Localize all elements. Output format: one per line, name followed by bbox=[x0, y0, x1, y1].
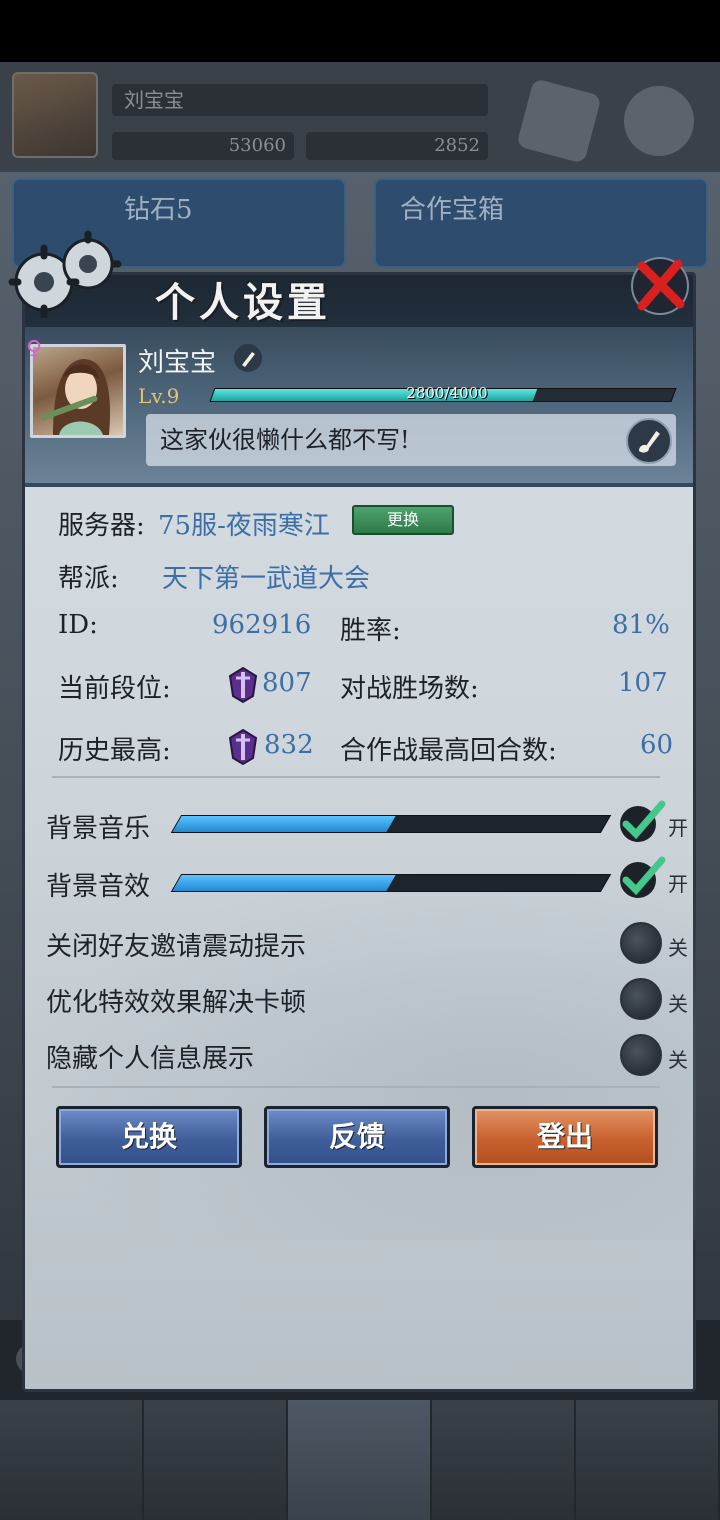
background-gems: 2852 bbox=[306, 132, 488, 160]
rank-badge-icon bbox=[228, 728, 258, 766]
optimize-effects-label: 优化特效效果解决卡顿 bbox=[46, 988, 307, 1018]
hide-info-state: 关 bbox=[668, 1048, 688, 1072]
invite-vibration-toggle[interactable] bbox=[620, 922, 662, 964]
winrate-value: 81% bbox=[612, 610, 670, 640]
background-gear-icon bbox=[624, 86, 694, 156]
edit-name-icon[interactable] bbox=[234, 344, 262, 372]
winrate-label: 胜率: bbox=[340, 616, 401, 646]
background-nav-tab bbox=[288, 1400, 432, 1520]
dialog-title: 个人设置 bbox=[155, 279, 331, 326]
change-server-button[interactable]: 更换 bbox=[352, 505, 454, 535]
guild-label: 帮派: bbox=[58, 564, 119, 594]
wins-value: 107 bbox=[618, 668, 668, 698]
gear-icon bbox=[8, 230, 122, 318]
background-bottom-nav bbox=[0, 1400, 720, 1520]
female-gender-icon: ♀ bbox=[26, 336, 43, 362]
background-nav-tab bbox=[0, 1400, 144, 1520]
background-player-name: 刘宝宝 bbox=[112, 84, 488, 116]
background-avatar bbox=[12, 72, 98, 158]
background-nav-tab bbox=[432, 1400, 576, 1520]
optimize-effects-toggle[interactable] bbox=[620, 978, 662, 1020]
sfx-volume-slider[interactable] bbox=[170, 874, 612, 892]
sfx-volume-fill bbox=[172, 875, 396, 891]
background-coins: 53060 bbox=[112, 132, 294, 160]
id-label: ID: bbox=[58, 610, 98, 640]
background-nav-tab bbox=[576, 1400, 720, 1520]
sfx-toggle-checkmark-icon[interactable] bbox=[616, 856, 668, 900]
music-toggle-checkmark-icon[interactable] bbox=[616, 800, 668, 844]
current-rank-label: 当前段位: bbox=[58, 674, 171, 704]
player-name: 刘宝宝 bbox=[138, 348, 217, 378]
sfx-state-label: 开 bbox=[668, 872, 688, 896]
music-label: 背景音乐 bbox=[46, 814, 151, 844]
invite-vibration-label: 关闭好友邀请震动提示 bbox=[46, 932, 307, 962]
server-label: 服务器: bbox=[58, 511, 145, 541]
wins-label: 对战胜场数: bbox=[340, 674, 479, 704]
redeem-button[interactable]: 兑换 bbox=[56, 1106, 242, 1168]
close-icon[interactable] bbox=[628, 254, 692, 318]
rank-badge-icon bbox=[228, 666, 258, 704]
player-level: Lv.9 bbox=[138, 384, 180, 408]
divider bbox=[52, 776, 660, 778]
id-value: 962916 bbox=[212, 610, 312, 640]
music-state-label: 开 bbox=[668, 816, 688, 840]
invite-vibration-state: 关 bbox=[668, 936, 688, 960]
best-rank-label: 历史最高: bbox=[58, 736, 171, 766]
sfx-label: 背景音效 bbox=[46, 872, 151, 902]
coop-rounds-value: 60 bbox=[640, 730, 674, 760]
coop-rounds-label: 合作战最高回合数: bbox=[340, 736, 557, 766]
title-band bbox=[25, 275, 693, 327]
edit-signature-icon[interactable] bbox=[626, 418, 672, 464]
server-value: 75服-夜雨寒江 bbox=[158, 511, 330, 541]
avatar[interactable] bbox=[30, 344, 126, 438]
music-volume-slider[interactable] bbox=[170, 815, 612, 833]
best-rank-value: 832 bbox=[264, 730, 314, 760]
optimize-effects-state: 关 bbox=[668, 992, 688, 1016]
hide-info-toggle[interactable] bbox=[620, 1034, 662, 1076]
signature-field[interactable]: 这家伙很懒什么都不写! bbox=[146, 414, 676, 466]
feedback-button[interactable]: 反馈 bbox=[264, 1106, 450, 1168]
music-volume-fill bbox=[172, 816, 396, 832]
guild-value: 天下第一武道大会 bbox=[162, 564, 371, 594]
xp-text: 2800/4000 bbox=[406, 384, 488, 402]
background-nav-tab bbox=[144, 1400, 288, 1520]
hide-info-label: 隐藏个人信息展示 bbox=[46, 1044, 255, 1074]
logout-button[interactable]: 登出 bbox=[472, 1106, 658, 1168]
current-rank-value: 807 bbox=[262, 668, 312, 698]
divider bbox=[52, 1086, 660, 1088]
